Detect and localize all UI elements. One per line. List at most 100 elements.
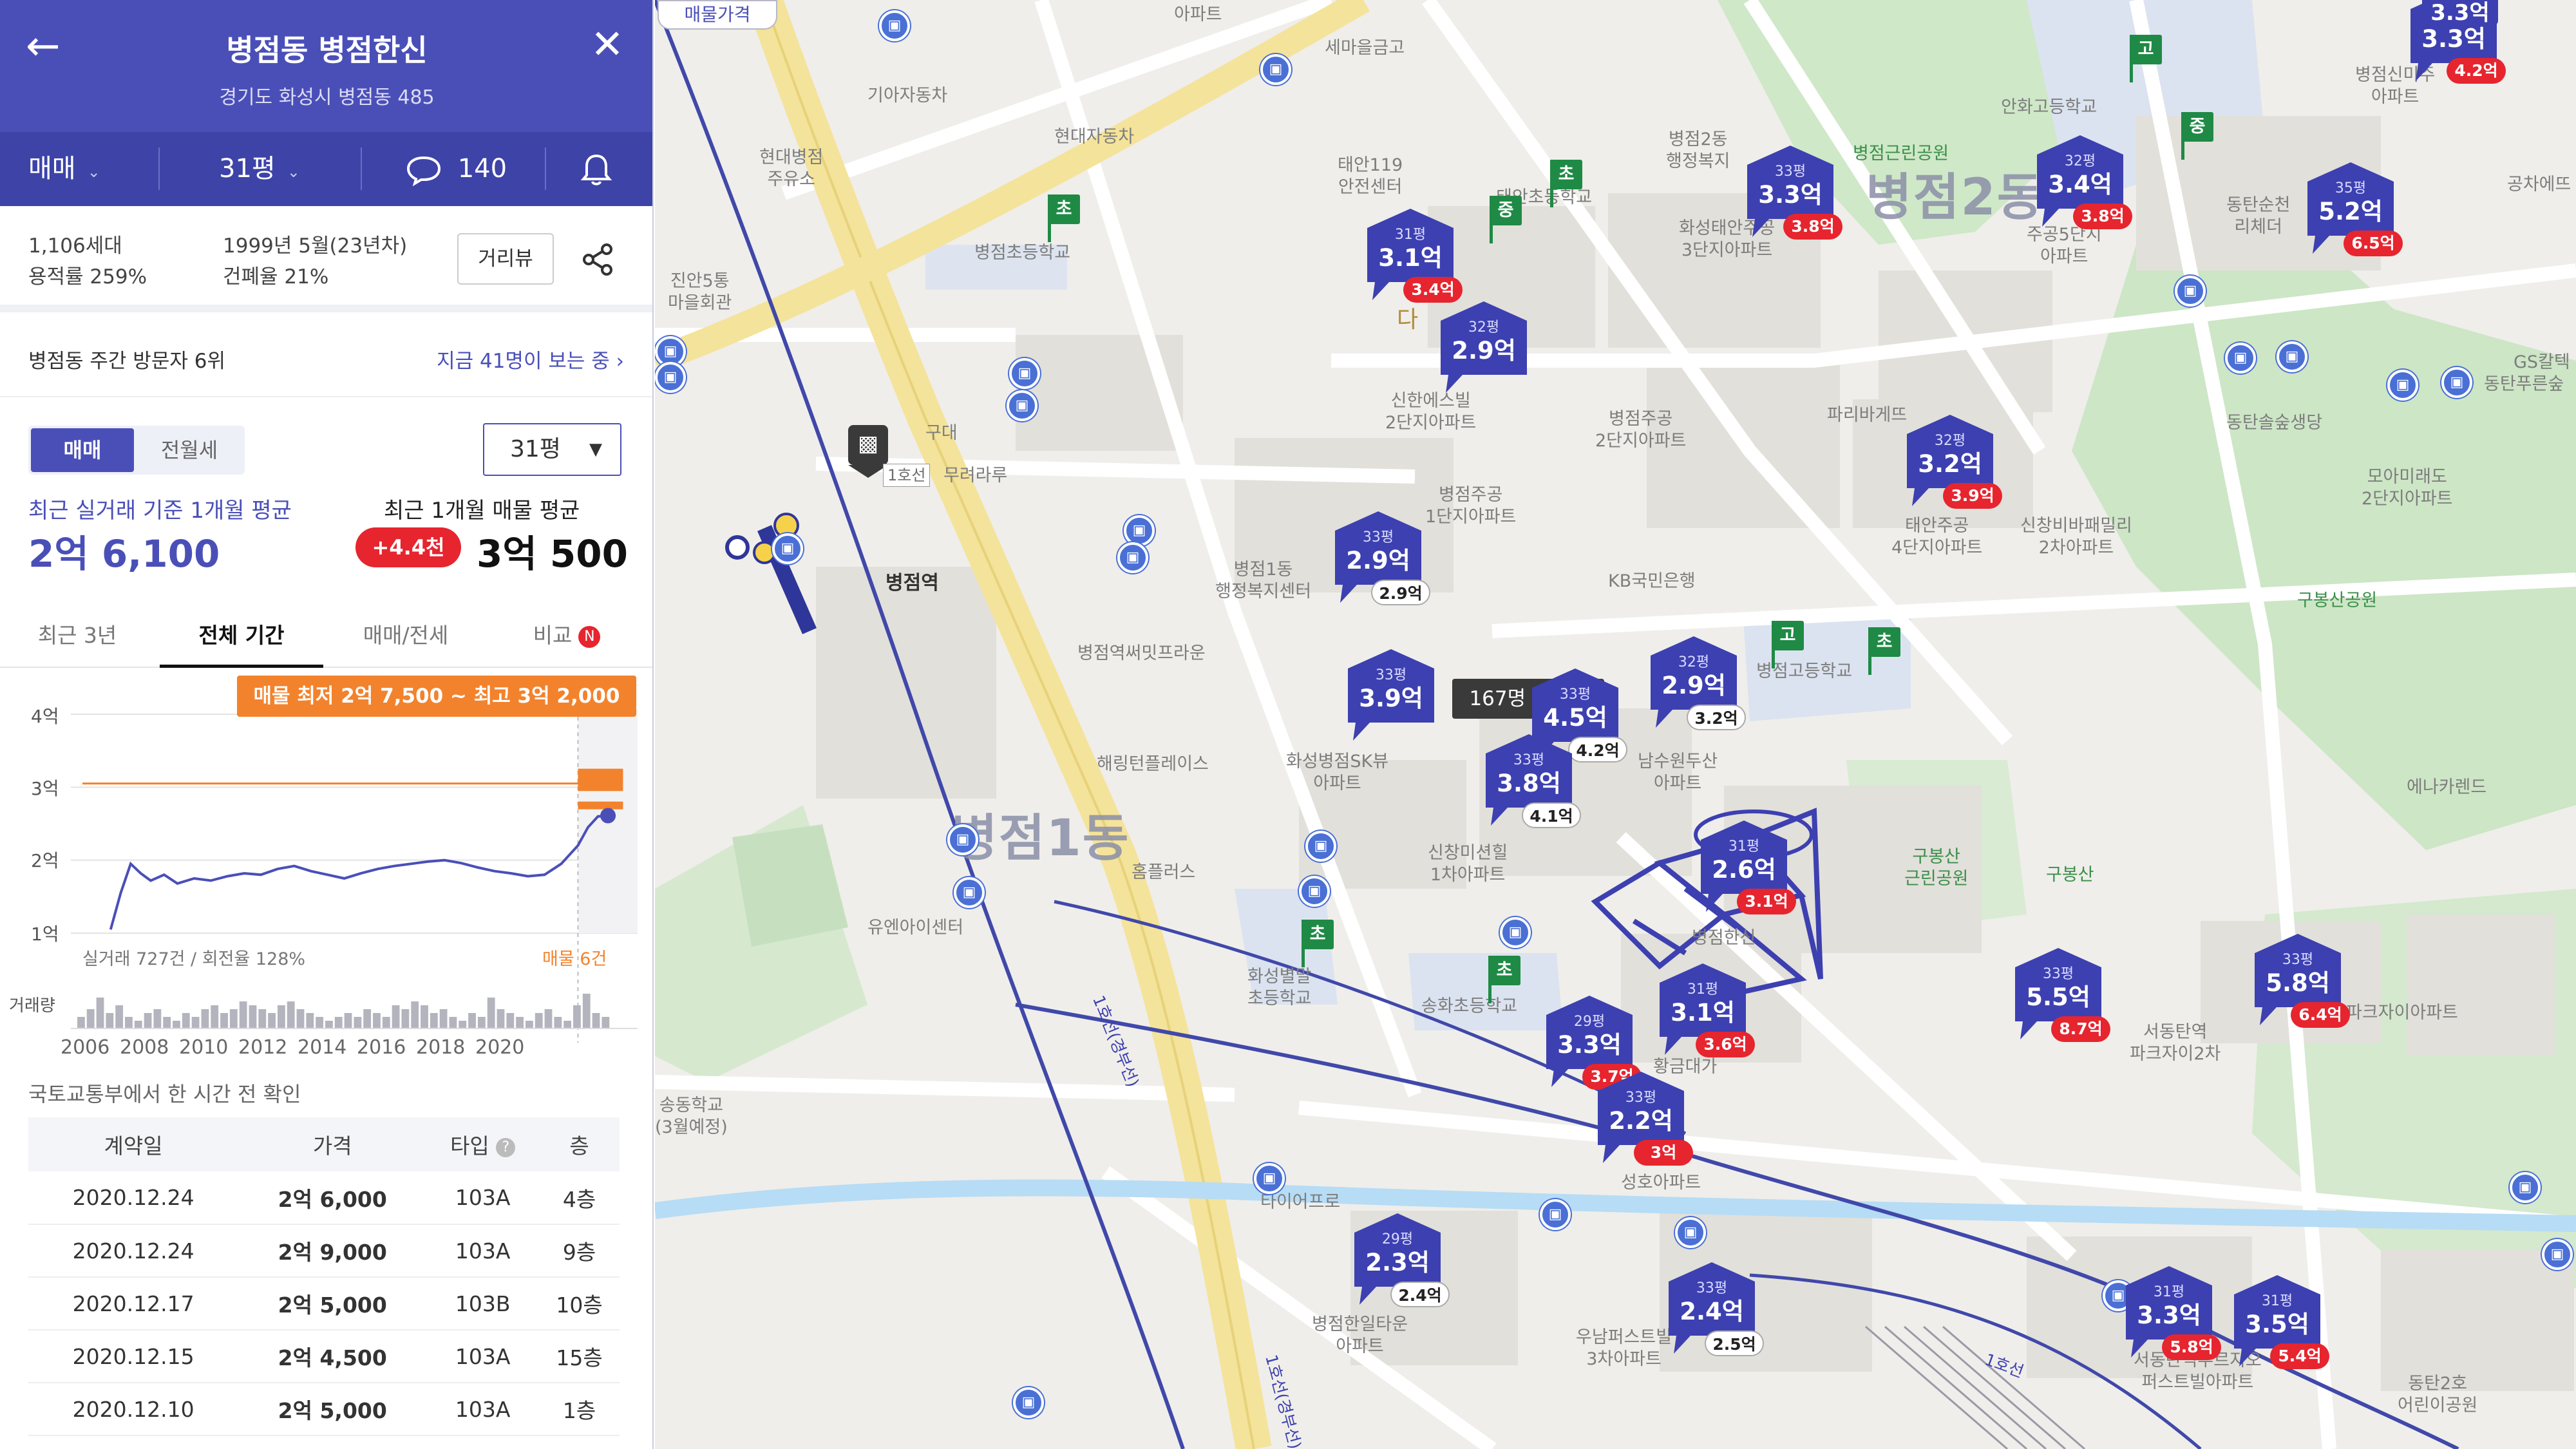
bus-stop-icon[interactable]: ▣ [1540, 1199, 1571, 1230]
bus-stop-icon[interactable]: ▣ [1305, 831, 1336, 862]
volume-bar [287, 1001, 295, 1028]
school-icon[interactable]: 고 [2127, 35, 2163, 82]
map-label: 동탄솔숲생당 [2226, 413, 2323, 433]
price-pin[interactable]: 33평 2.2억 3억 [1594, 1069, 1693, 1179]
x-tick-label: 2012 [238, 1036, 288, 1059]
tab-all-period[interactable]: 전체 기간 [160, 603, 323, 668]
bus-stop-icon[interactable]: ▣ [1013, 1387, 1044, 1418]
price-pin[interactable]: 33평 5.8억 6.4억 [2251, 931, 2350, 1041]
price-pin[interactable]: 33평 3.3억 3.8억 [1743, 143, 1842, 252]
bus-stop-icon[interactable]: ▣ [2542, 1239, 2573, 1270]
price-pin[interactable]: 31평 3.1억 3.6억 [1656, 961, 1755, 1070]
visitor-rank: 병점동 주간 방문자 6위 [28, 350, 225, 373]
pin-listing-price: 3억 [1634, 1140, 1693, 1166]
price-pin[interactable]: 31평 3.3억 5.8억 [2122, 1264, 2221, 1373]
toolbar-divider [545, 147, 546, 190]
visitor-bar[interactable]: 병점동 주간 방문자 6위 지금 41명이 보는 중 › [0, 320, 652, 397]
map-label: 파리바게뜨 [1827, 405, 1908, 425]
volume-bar [468, 1013, 476, 1028]
comments-button[interactable]: 140 [404, 132, 507, 206]
close-icon[interactable]: ✕ [591, 24, 624, 64]
bus-stop-icon[interactable]: ▣ [1260, 54, 1291, 85]
bus-stop-icon[interactable]: ▣ [1009, 358, 1040, 389]
bus-stop-icon[interactable]: ▣ [954, 877, 985, 908]
pin-listing-price: 5.8억 [2162, 1334, 2221, 1360]
listing-range-bar [578, 776, 623, 784]
volume-bar [134, 1021, 142, 1028]
partial-price-pin[interactable]: 3.3억 [2422, 0, 2498, 26]
school-icon[interactable]: 초 [1486, 956, 1522, 1003]
bus-stop-icon[interactable]: ▣ [1117, 542, 1148, 573]
school-icon[interactable]: 고 [1769, 621, 1805, 668]
pyeong-dropdown[interactable]: 31평 ⌄ [219, 132, 300, 206]
map-label: 현대병점 주유소 [759, 147, 824, 189]
listing-range-bar [578, 801, 623, 810]
cell-price: 2억 9,000 [238, 1224, 427, 1278]
school-icon[interactable]: 중 [1487, 196, 1523, 243]
tab-compare[interactable]: 비교 N [502, 603, 631, 668]
map-label: 안화고등학교 [2001, 97, 2098, 117]
x-tick-label: 2020 [475, 1036, 525, 1059]
bus-stop-icon[interactable]: ▣ [1124, 515, 1155, 546]
live-viewers-link[interactable]: 지금 41명이 보는 중 › [437, 345, 624, 374]
school-icon[interactable]: 초 [1866, 627, 1902, 675]
price-pin[interactable]: 33평 2.9억 2.9억 [1331, 509, 1430, 618]
cell-type: 103A [426, 1330, 540, 1383]
price-pin[interactable]: 33평 5.5억 8.7억 [2011, 945, 2110, 1055]
map-label: 우남퍼스트빌 3차아파트 [1576, 1327, 1672, 1369]
help-icon[interactable]: ? [496, 1137, 516, 1157]
price-pin[interactable]: 32평 2.9억 [1437, 299, 1531, 408]
map-canvas[interactable]: ▩ 매물가격 167명 보는중 병점1동 병점2동 병점역 1호선 기아자동차 … [655, 0, 2576, 1449]
school-icon[interactable]: 초 [1045, 194, 1081, 242]
pin-price: 5.8억 [2266, 969, 2330, 997]
segment-sale[interactable]: 매매 [31, 428, 134, 472]
tab-recent-3y[interactable]: 최근 3년 [13, 603, 142, 668]
bus-stop-icon[interactable]: ▣ [2441, 367, 2472, 398]
tab-sale-jeonse[interactable]: 매매/전세 [335, 603, 477, 668]
alarm-button[interactable] [580, 132, 613, 206]
bus-stop-icon[interactable]: ▣ [1500, 917, 1531, 948]
bus-stop-icon[interactable]: ▣ [1675, 1217, 1706, 1248]
bus-stop-icon[interactable]: ▣ [2175, 276, 2206, 307]
side-panel: ← 병점동 병점한신 경기도 화성시 병점동 485 ✕ 매매 ⌄ 31평 ⌄ 14… [0, 0, 654, 1449]
bus-stop-icon[interactable]: ▣ [947, 824, 978, 855]
price-pin[interactable]: 31평 2.6억 3.1억 [1697, 818, 1796, 927]
bus-stop-icon[interactable]: ▣ [2277, 341, 2307, 372]
bus-stop-icon[interactable]: ▣ [1299, 876, 1330, 907]
price-pin[interactable]: 35평 5.2억 6.5억 [2304, 160, 2403, 269]
school-icon[interactable]: 초 [1299, 920, 1335, 967]
bus-stop-icon[interactable]: ▣ [655, 362, 686, 393]
price-filter-tag[interactable]: 매물가격 [658, 0, 777, 30]
bus-stop-icon[interactable]: ▣ [1007, 390, 1037, 421]
price-pin[interactable]: 31평 3.5억 5.4억 [2230, 1273, 2329, 1382]
cell-price: 2억 4,500 [238, 1330, 427, 1383]
school-icon[interactable]: 초 [1548, 160, 1584, 207]
map-label: 진안5통 마을회관 [668, 271, 732, 313]
price-pin[interactable]: 29평 2.3억 2.4억 [1350, 1211, 1450, 1320]
share-icon[interactable] [580, 242, 616, 278]
cell-date: 2020.12.15 [28, 1330, 239, 1383]
pin-listing-price: 4.1억 [1522, 802, 1581, 828]
street-view-button[interactable]: 거리뷰 [457, 233, 554, 285]
pin-price: 3.3억 [2137, 1302, 2201, 1329]
price-pin[interactable]: 33평 3.9억 [1344, 647, 1438, 756]
bus-stop-icon[interactable]: ▣ [2510, 1172, 2541, 1203]
trade-type-dropdown[interactable]: 매매 ⌄ [28, 132, 100, 206]
price-pin[interactable]: 33평 3.8억 4.1억 [1482, 732, 1581, 841]
volume-bar [77, 1017, 85, 1028]
price-pin[interactable]: 32평 3.4억 3.8억 [2033, 133, 2132, 242]
pyeong-select[interactable]: 31평 ▼ [483, 423, 621, 476]
map-label: 신창미션힐 1차아파트 [1428, 843, 1508, 885]
bus-stop-icon[interactable]: ▣ [879, 10, 910, 41]
bus-stop-icon[interactable]: ▣ [1254, 1163, 1285, 1194]
map-label: 구봉산공원 [2297, 591, 2378, 611]
segment-rent[interactable]: 전월세 [137, 428, 242, 472]
bus-stop-icon[interactable]: ▣ [2387, 370, 2418, 401]
bus-stop-icon[interactable]: ▣ [772, 533, 803, 564]
bus-stop-icon[interactable]: ▣ [2225, 343, 2256, 374]
price-pin[interactable]: 33평 2.4억 2.5억 [1665, 1260, 1764, 1369]
school-icon[interactable]: 중 [2179, 112, 2215, 160]
households: 1,106세대 [28, 234, 122, 258]
price-pin[interactable]: 32평 2.9억 3.2억 [1647, 634, 1746, 743]
price-pin[interactable]: 32평 3.2억 3.9억 [1903, 412, 2002, 522]
